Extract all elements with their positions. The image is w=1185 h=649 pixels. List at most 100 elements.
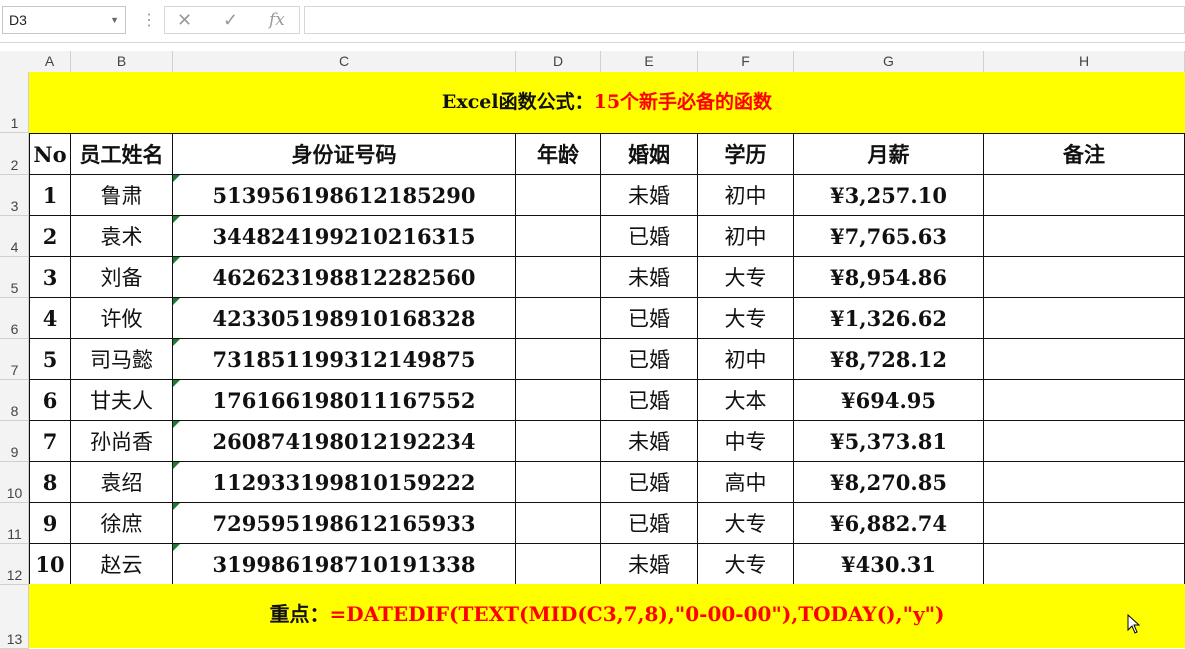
table-cell[interactable]: 176166198011167552 — [173, 380, 516, 421]
row-header-10[interactable]: 10 — [0, 462, 29, 503]
table-cell[interactable]: 高中 — [698, 462, 794, 503]
table-cell[interactable]: 中专 — [698, 421, 794, 462]
table-cell[interactable]: 731851199312149875 — [173, 339, 516, 380]
table-cell[interactable] — [984, 380, 1185, 421]
table-cell[interactable]: 许攸 — [71, 298, 173, 339]
table-cell[interactable] — [984, 339, 1185, 380]
table-cell[interactable] — [516, 257, 601, 298]
name-box[interactable]: D3 ▼ — [2, 6, 126, 34]
row-header-6[interactable]: 6 — [0, 298, 29, 339]
row-header-4[interactable]: 4 — [0, 216, 29, 257]
header-cell[interactable]: 婚姻 — [601, 133, 698, 175]
cancel-icon[interactable]: ✕ — [177, 10, 192, 31]
table-cell[interactable]: 袁绍 — [71, 462, 173, 503]
table-cell[interactable]: 5 — [29, 339, 71, 380]
enter-icon[interactable]: ✓ — [223, 10, 238, 31]
table-cell[interactable] — [516, 339, 601, 380]
table-cell[interactable]: 甘夫人 — [71, 380, 173, 421]
header-cell[interactable]: 备注 — [984, 133, 1185, 175]
table-cell[interactable]: ¥8,270.85 — [794, 462, 984, 503]
table-cell[interactable] — [984, 216, 1185, 257]
table-cell[interactable] — [516, 421, 601, 462]
table-cell[interactable] — [516, 216, 601, 257]
table-cell[interactable] — [516, 175, 601, 216]
table-cell[interactable]: 袁术 — [71, 216, 173, 257]
table-cell[interactable]: 9 — [29, 503, 71, 544]
formula-input[interactable] — [304, 6, 1185, 34]
header-cell[interactable]: 员工姓名 — [71, 133, 173, 175]
column-header-f[interactable]: F — [698, 51, 794, 72]
table-cell[interactable] — [984, 462, 1185, 503]
table-cell[interactable]: 3 — [29, 257, 71, 298]
table-cell[interactable]: 大专 — [698, 257, 794, 298]
row-header-5[interactable]: 5 — [0, 257, 29, 298]
table-cell[interactable]: 已婚 — [601, 339, 698, 380]
table-cell[interactable]: 徐庶 — [71, 503, 173, 544]
table-cell[interactable] — [984, 175, 1185, 216]
table-cell[interactable]: 大专 — [698, 298, 794, 339]
table-cell[interactable]: ¥8,954.86 — [794, 257, 984, 298]
note-cell[interactable]: 重点：=DATEDIF(TEXT(MID(C3,7,8),"0-00-00"),… — [29, 584, 1185, 648]
column-header-g[interactable]: G — [794, 51, 984, 72]
table-cell[interactable]: 鲁肃 — [71, 175, 173, 216]
table-cell[interactable]: ¥694.95 — [794, 380, 984, 421]
row-header-12[interactable]: 12 — [0, 544, 29, 585]
table-cell[interactable] — [984, 298, 1185, 339]
table-cell[interactable]: 初中 — [698, 175, 794, 216]
table-cell[interactable]: 大本 — [698, 380, 794, 421]
table-cell[interactable]: 司马懿 — [71, 339, 173, 380]
table-cell[interactable]: 344824199210216315 — [173, 216, 516, 257]
table-cell[interactable]: 初中 — [698, 216, 794, 257]
table-cell[interactable] — [516, 298, 601, 339]
row-header-7[interactable]: 7 — [0, 339, 29, 380]
table-cell[interactable]: 赵云 — [71, 544, 173, 585]
table-cell[interactable]: 大专 — [698, 503, 794, 544]
chevron-down-icon[interactable]: ▼ — [110, 7, 119, 33]
table-cell[interactable]: 已婚 — [601, 462, 698, 503]
table-cell[interactable]: ¥3,257.10 — [794, 175, 984, 216]
column-header-h[interactable]: H — [984, 51, 1185, 72]
table-cell[interactable] — [516, 503, 601, 544]
row-header-3[interactable]: 3 — [0, 175, 29, 216]
table-cell[interactable]: 已婚 — [601, 380, 698, 421]
row-header-11[interactable]: 11 — [0, 503, 29, 544]
table-cell[interactable]: 大专 — [698, 544, 794, 585]
title-cell[interactable]: Excel函数公式：15个新手必备的函数 — [29, 72, 1185, 133]
table-cell[interactable]: 未婚 — [601, 544, 698, 585]
table-cell[interactable]: 513956198612185290 — [173, 175, 516, 216]
table-cell[interactable]: 未婚 — [601, 257, 698, 298]
table-cell[interactable]: 初中 — [698, 339, 794, 380]
table-cell[interactable]: 8 — [29, 462, 71, 503]
table-cell[interactable]: 未婚 — [601, 175, 698, 216]
spreadsheet-grid[interactable]: Excel函数公式：15个新手必备的函数 No 员工姓名 身份证号码 年龄 婚姻 学历 月薪… — [29, 72, 1185, 648]
header-cell[interactable]: 学历 — [698, 133, 794, 175]
header-cell[interactable]: 年龄 — [516, 133, 601, 175]
header-cell[interactable]: 月薪 — [794, 133, 984, 175]
table-cell[interactable]: ¥1,326.62 — [794, 298, 984, 339]
table-cell[interactable]: 112933199810159222 — [173, 462, 516, 503]
table-cell[interactable]: 7 — [29, 421, 71, 462]
column-header-d[interactable]: D — [516, 51, 601, 72]
table-cell[interactable]: 孙尚香 — [71, 421, 173, 462]
table-cell[interactable]: 未婚 — [601, 421, 698, 462]
table-cell[interactable]: 462623198812282560 — [173, 257, 516, 298]
table-cell[interactable]: 6 — [29, 380, 71, 421]
row-header-2[interactable]: 2 — [0, 133, 29, 175]
row-header-13[interactable]: 13 — [0, 585, 29, 649]
table-cell[interactable]: 2 — [29, 216, 71, 257]
table-cell[interactable]: 319986198710191338 — [173, 544, 516, 585]
table-cell[interactable]: ¥7,765.63 — [794, 216, 984, 257]
row-header-8[interactable]: 8 — [0, 380, 29, 421]
table-cell[interactable] — [516, 380, 601, 421]
table-cell[interactable]: 4 — [29, 298, 71, 339]
table-cell[interactable]: 10 — [29, 544, 71, 585]
header-cell[interactable]: No — [29, 133, 71, 175]
more-options-icon[interactable]: ⋮ — [141, 10, 157, 30]
table-cell[interactable] — [516, 544, 601, 585]
table-cell[interactable]: ¥6,882.74 — [794, 503, 984, 544]
column-header-e[interactable]: E — [601, 51, 698, 72]
table-cell[interactable] — [984, 257, 1185, 298]
table-cell[interactable]: 1 — [29, 175, 71, 216]
column-header-b[interactable]: B — [71, 51, 173, 72]
table-cell[interactable] — [984, 421, 1185, 462]
